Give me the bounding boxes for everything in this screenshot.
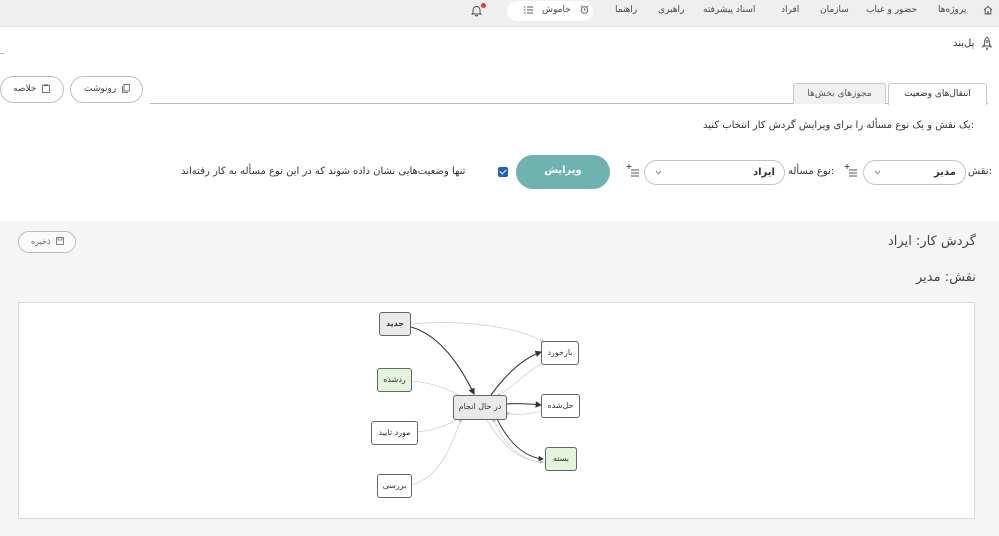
clipboard-icon [42, 84, 50, 96]
edge-in-progress-resolved [506, 401, 543, 408]
page-title: پل‌بند [953, 38, 975, 49]
issue-type-label: نوع مسأله: [788, 166, 835, 177]
top-navigation-bar: پروژه‌ها حضور و غیاب سازمان افراد اسناد … [0, 0, 999, 27]
only-used-states-checkbox[interactable] [498, 167, 508, 177]
transcript-button-label: رونوشت [84, 84, 117, 94]
off-button-label: خاموش [542, 5, 571, 15]
workflow-role-title: نقش: مدیر [916, 270, 976, 285]
tab-section-permissions[interactable]: مجوزهای بخش‌ها [793, 83, 886, 104]
chevron-down-icon [873, 167, 882, 180]
add-list-icon[interactable] [844, 163, 858, 180]
workflow-node-in-progress[interactable]: در حال انجام [453, 395, 507, 420]
alarm-clock-icon [580, 5, 589, 17]
copy-icon [122, 84, 130, 96]
workflow-node-review[interactable]: بررسی [377, 474, 412, 498]
nav-people[interactable]: افراد [781, 5, 799, 15]
nav-administration[interactable]: راهبری [658, 5, 684, 15]
rocket-icon [981, 36, 993, 54]
edge-resolved-in-progress [505, 410, 544, 416]
edge-new-in-progress [410, 326, 475, 395]
role-select[interactable]: مدیر [863, 160, 966, 185]
summary-button[interactable]: خلاصه [0, 76, 64, 103]
save-button-label: ذخیره [31, 237, 51, 246]
off-button[interactable]: خاموش [507, 1, 593, 21]
instruction-text: یک نقش و یک نوع مسأله را برای ویرایش گرد… [703, 120, 975, 131]
edge-in-progress-closed [496, 418, 544, 462]
only-used-states-label: تنها وضعیت‌هایی نشان داده شوند که در این… [181, 166, 466, 177]
divider [0, 53, 4, 54]
save-button[interactable]: ذخیره [18, 231, 76, 253]
edge-in-progress-feedback [490, 350, 543, 396]
workflow-node-rejected[interactable]: ردشده [377, 368, 412, 392]
workflow-node-new[interactable]: جدید [379, 312, 411, 336]
edit-button[interactable]: ویرایش [516, 155, 610, 189]
workflow-graph: جدید ردشده مورد تایید بررسی در حال انجام… [18, 302, 975, 519]
issue-type-select-value: ایراد [753, 167, 775, 178]
edge-new-feedback [410, 322, 545, 344]
notification-dot [481, 3, 486, 8]
bell-icon[interactable] [470, 3, 486, 20]
workflow-node-resolved[interactable]: حل‌شده [541, 394, 580, 418]
workflow-title: گردش کار: ایراد [888, 234, 976, 249]
transcript-button[interactable]: رونوشت [70, 76, 143, 103]
summary-button-label: خلاصه [13, 84, 37, 94]
list-icon [524, 6, 533, 17]
edge-in-progress-closed-light [486, 419, 544, 464]
workflow-node-approved[interactable]: مورد تایید [371, 421, 418, 445]
nav-projects[interactable]: پروژه‌ها [938, 5, 966, 15]
role-label: نقش: [968, 166, 992, 177]
home-icon[interactable] [983, 5, 993, 18]
workflow-node-closed[interactable]: بسته [545, 447, 577, 471]
floppy-disk-icon [56, 237, 64, 247]
role-select-value: مدیر [934, 167, 956, 178]
workflow-node-feedback[interactable]: بازخورد [541, 341, 579, 365]
nav-attendance[interactable]: حضور و غیاب [866, 5, 917, 15]
nav-help[interactable]: راهنما [615, 5, 637, 15]
tab-status-transitions[interactable]: انتقال‌های وضعیت [888, 83, 987, 105]
nav-advanced-documents[interactable]: اسناد پیشرفته [703, 5, 755, 15]
chevron-down-icon [654, 167, 663, 180]
nav-organization[interactable]: سازمان [820, 5, 849, 15]
issue-type-select[interactable]: ایراد [644, 160, 785, 185]
add-list-icon[interactable] [626, 163, 640, 180]
